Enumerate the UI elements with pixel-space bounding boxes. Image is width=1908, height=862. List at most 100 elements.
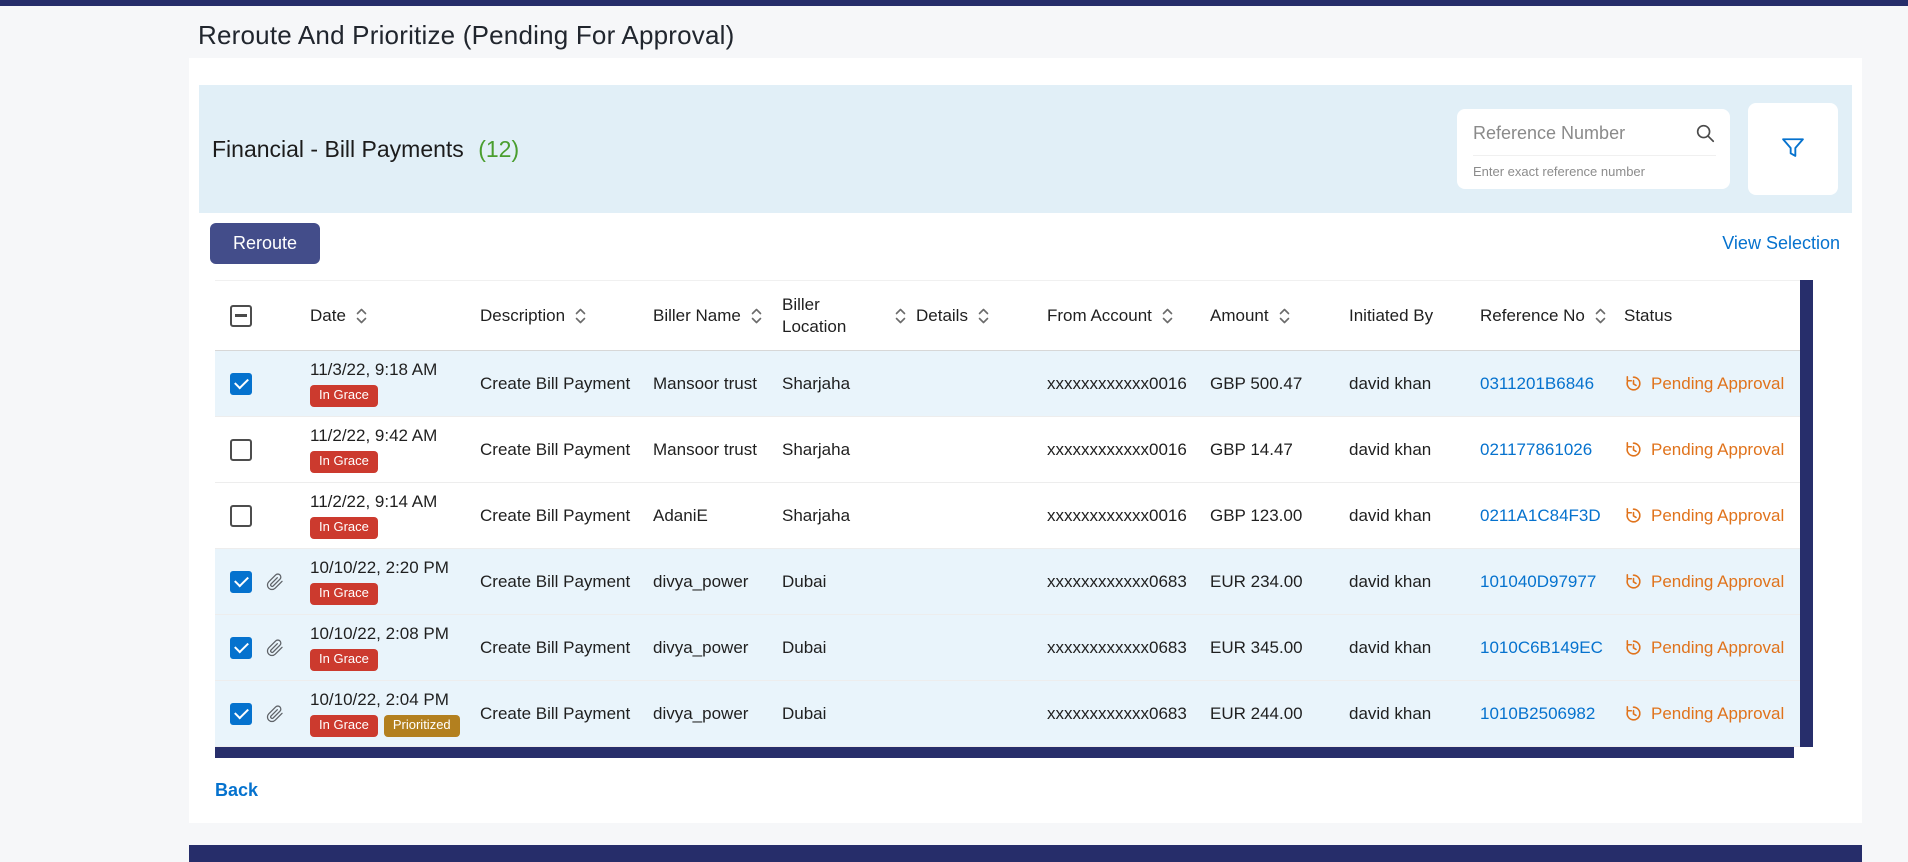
pending-clock-icon [1624,572,1643,591]
reference-number-link[interactable]: 0211A1C84F3D [1480,506,1601,525]
amount-value: EUR 345.00 [1210,638,1349,658]
pending-clock-icon [1624,638,1643,657]
table-body: 11/3/22, 9:18 AM In Grace Create Bill Pa… [215,351,1800,747]
row-checkbox[interactable] [230,571,252,593]
status-value: Pending Approval [1651,506,1784,526]
row-checkbox[interactable] [230,439,252,461]
biller-name-value: Mansoor trust [653,374,782,394]
sort-icon[interactable] [356,308,367,324]
column-header-label: From Account [1047,305,1152,326]
biller-location-value: Dubai [782,638,916,658]
date-value: 11/3/22, 9:18 AM [310,360,437,380]
view-selection-link[interactable]: View Selection [1722,233,1840,254]
table-header-row: Date Description Biller Name Biller Loca… [215,280,1800,351]
amount-value: GBP 123.00 [1210,506,1349,526]
column-header-ref[interactable]: Reference No [1480,305,1624,326]
panel-title: Financial - Bill Payments (12) [212,136,519,163]
biller-location-value: Sharjaha [782,440,916,460]
row-checkbox[interactable] [230,505,252,527]
sort-icon[interactable] [751,308,762,324]
vertical-scrollbar[interactable] [1800,280,1813,747]
search-icon[interactable] [1694,122,1716,144]
date-value: 11/2/22, 9:14 AM [310,492,437,512]
reroute-button[interactable]: Reroute [210,223,320,264]
filter-button[interactable] [1748,103,1838,195]
amount-value: GBP 500.47 [1210,374,1349,394]
column-header-label: Biller Location [782,294,885,337]
column-header-loc[interactable]: Biller Location [782,294,916,337]
reference-search-box: Enter exact reference number [1457,109,1730,189]
biller-name-value: AdaniE [653,506,782,526]
sort-icon[interactable] [978,308,989,324]
date-value: 10/10/22, 2:04 PM [310,690,449,710]
column-header-desc[interactable]: Description [480,305,653,326]
filter-funnel-icon [1779,134,1807,165]
back-link[interactable]: Back [215,780,258,801]
biller-location-value: Sharjaha [782,374,916,394]
column-header-label: Date [310,305,346,326]
sort-icon[interactable] [895,308,906,324]
badge-in-grace: In Grace [310,715,378,736]
bottom-brand-bar [189,845,1862,862]
panel-actions: Enter exact reference number [1457,103,1838,195]
column-header-label: Description [480,305,565,326]
table-row[interactable]: 11/2/22, 9:42 AM In Grace Create Bill Pa… [215,417,1800,483]
table-row[interactable]: 11/3/22, 9:18 AM In Grace Create Bill Pa… [215,351,1800,417]
sort-icon[interactable] [1595,308,1606,324]
reference-number-link[interactable]: 0311201B6846 [1480,374,1594,393]
badge-in-grace: In Grace [310,517,378,538]
reference-number-input[interactable] [1473,123,1686,144]
pending-clock-icon [1624,440,1643,459]
column-header-date[interactable]: Date [310,305,480,326]
column-header-account[interactable]: From Account [1047,305,1210,326]
badge-list: In Grace [310,385,378,406]
table-row[interactable]: 11/2/22, 9:14 AM In Grace Create Bill Pa… [215,483,1800,549]
pending-clock-icon [1624,374,1643,393]
row-checkbox[interactable] [230,373,252,395]
initiated-by-value: david khan [1349,440,1480,460]
sort-icon[interactable] [1279,308,1290,324]
pending-clock-icon [1624,704,1643,723]
column-header-label: Biller Name [653,305,741,326]
sort-icon[interactable] [1162,308,1173,324]
column-header-biller[interactable]: Biller Name [653,305,782,326]
description-value: Create Bill Payment [480,506,653,526]
description-value: Create Bill Payment [480,704,653,724]
date-value: 10/10/22, 2:20 PM [310,558,449,578]
badge-list: In Grace [310,649,378,670]
row-checkbox[interactable] [230,637,252,659]
column-header-label: Details [916,305,968,326]
initiated-by-value: david khan [1349,506,1480,526]
biller-name-value: Mansoor trust [653,440,782,460]
table-row[interactable]: 10/10/22, 2:20 PM In Grace Create Bill P… [215,549,1800,615]
row-checkbox[interactable] [230,703,252,725]
column-header-amount[interactable]: Amount [1210,305,1349,326]
from-account-value: xxxxxxxxxxxx0016 [1047,440,1210,460]
page-title: Reroute And Prioritize (Pending For Appr… [198,20,735,51]
reference-number-link[interactable]: 1010B2506982 [1480,704,1595,723]
horizontal-scrollbar[interactable] [215,747,1794,758]
column-header-initiated: Initiated By [1349,305,1480,326]
reference-number-link[interactable]: 101040D97977 [1480,572,1596,591]
reference-number-link[interactable]: 1010C6B149EC [1480,638,1603,657]
table-row[interactable]: 10/10/22, 2:08 PM In Grace Create Bill P… [215,615,1800,681]
table-row[interactable]: 10/10/22, 2:04 PM In GracePrioritized Cr… [215,681,1800,747]
column-header-details[interactable]: Details [916,305,1047,326]
biller-location-value: Dubai [782,704,916,724]
biller-location-value: Dubai [782,572,916,592]
sort-icon[interactable] [575,308,586,324]
record-count: (12) [478,136,519,162]
from-account-value: xxxxxxxxxxxx0683 [1047,638,1210,658]
search-helper-text: Enter exact reference number [1473,155,1716,179]
biller-name-value: divya_power [653,572,782,592]
initiated-by-value: david khan [1349,572,1480,592]
table-toolbar: Reroute View Selection [210,223,1840,264]
top-brand-bar [0,0,1908,6]
status-value: Pending Approval [1651,440,1784,460]
description-value: Create Bill Payment [480,440,653,460]
select-all-checkbox[interactable] [230,305,252,327]
payments-table: Date Description Biller Name Biller Loca… [215,280,1813,758]
reference-number-link[interactable]: 021177861026 [1480,440,1592,459]
initiated-by-value: david khan [1349,704,1480,724]
amount-value: EUR 244.00 [1210,704,1349,724]
